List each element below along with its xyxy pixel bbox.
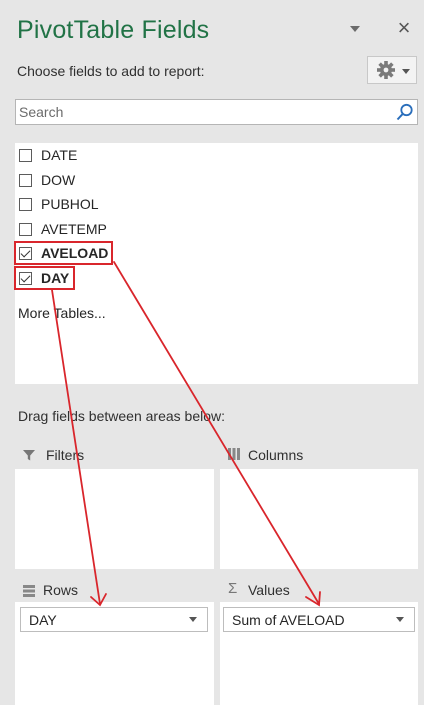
annotation-arrow-day (51, 289, 101, 605)
annotation-arrows (51, 261, 321, 607)
annotation-arrow-aveload (113, 261, 320, 605)
